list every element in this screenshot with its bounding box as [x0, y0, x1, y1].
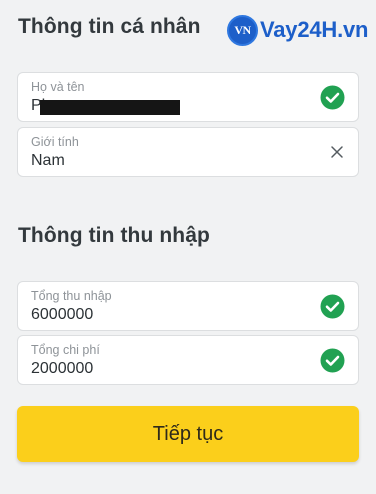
personal-info-title: Thông tin cá nhân [18, 15, 201, 38]
continue-button[interactable]: Tiếp tục [17, 406, 359, 462]
watermark-brand-text: Vay24H.vn [260, 17, 369, 42]
total-expense-field[interactable]: Tổng chi phí 2000000 [17, 335, 359, 385]
total-income-field[interactable]: Tổng thu nhập 6000000 [17, 281, 359, 331]
total-expense-label: Tổng chi phí [31, 343, 100, 357]
vn-logo-icon: VN [227, 14, 258, 46]
total-expense-value[interactable]: 2000000 [31, 360, 93, 378]
watermark-logo: VN Vay24H.vn [227, 12, 368, 48]
fullname-label: Họ và tên [31, 80, 85, 94]
income-info-title: Thông tin thu nhập [18, 224, 210, 247]
redaction-bar [40, 100, 180, 115]
clear-x-icon[interactable] [330, 145, 344, 159]
check-circle-icon [320, 294, 345, 319]
total-income-value[interactable]: 6000000 [31, 306, 93, 324]
fullname-field[interactable]: Họ và tên Ph [17, 72, 359, 122]
check-circle-icon [320, 348, 345, 373]
total-income-label: Tổng thu nhập [31, 289, 112, 303]
gender-value[interactable]: Nam [31, 152, 65, 170]
check-circle-icon [320, 85, 345, 110]
gender-label: Giới tính [31, 135, 79, 149]
gender-select[interactable]: Giới tính Nam [17, 127, 359, 177]
